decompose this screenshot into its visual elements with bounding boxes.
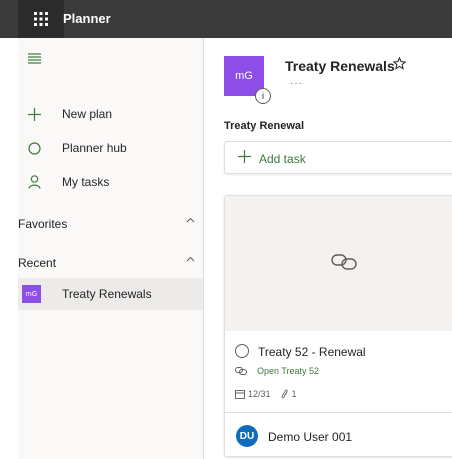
app-header: Planner [0,0,452,38]
sidebar-item-label: Planner hub [62,141,127,155]
attachment-count: 1 [291,389,297,399]
circle-icon [27,141,41,155]
section-label: Favorites [18,217,68,231]
divider [225,412,452,413]
plan-title: Treaty Renewals [285,58,395,74]
star-icon[interactable] [393,57,406,70]
attachment-link[interactable]: Open Treaty 52 [235,366,319,376]
person-icon [27,175,41,189]
sidebar-item-new-plan[interactable]: New plan [18,99,203,129]
recent-section-header[interactable]: Recent [18,252,203,274]
plan-avatar: mG [22,285,41,303]
more-options-button[interactable]: ··· [290,78,303,89]
collapse-nav-button[interactable] [28,53,41,67]
bucket-title[interactable]: Treaty Renewal [224,120,304,132]
link-icon [235,367,247,375]
assignee-avatar[interactable]: DU [236,425,258,447]
assignee-name: Demo User 001 [268,430,353,444]
complete-task-checkbox[interactable] [235,344,249,358]
plan-info-button[interactable]: i [255,88,271,104]
sidebar: New plan Planner hub My tasks Favorites … [18,38,204,459]
add-task-button[interactable]: Add task [224,141,452,174]
sidebar-item-label: New plan [62,107,113,121]
plus-icon [238,150,251,163]
task-card[interactable]: Treaty 52 - Renewal Open Treaty 52 12/31… [224,195,452,457]
task-title[interactable]: Treaty 52 - Renewal [258,345,366,359]
sidebar-item-planner-hub[interactable]: Planner hub [18,133,203,163]
add-task-label: Add task [259,152,306,166]
plus-icon [27,107,41,121]
chevron-up-icon [186,217,195,223]
favorites-section-header[interactable]: Favorites [18,213,203,235]
hamburger-icon [28,53,41,64]
paperclip-icon [281,389,288,399]
app-title[interactable]: Planner [63,11,111,26]
plan-board: mG i Treaty Renewals ··· Treaty Renewal … [205,38,452,459]
sidebar-item-label: My tasks [62,175,110,189]
calendar-icon [235,390,245,399]
chevron-up-icon [186,256,195,262]
sidebar-item-label: Treaty Renewals [62,287,152,301]
section-label: Recent [18,256,57,270]
link-icon [331,254,357,270]
window-edge [0,38,18,459]
task-meta: 12/31 1 [235,389,307,399]
due-date: 12/31 [248,389,271,399]
app-launcher-button[interactable] [18,0,64,38]
waffle-icon [34,12,48,26]
sidebar-item-my-tasks[interactable]: My tasks [18,167,203,197]
attachment-preview[interactable] [225,196,452,331]
attachment-label: Open Treaty 52 [257,366,320,376]
sidebar-item-treaty-renewals[interactable]: mG Treaty Renewals [18,278,203,310]
